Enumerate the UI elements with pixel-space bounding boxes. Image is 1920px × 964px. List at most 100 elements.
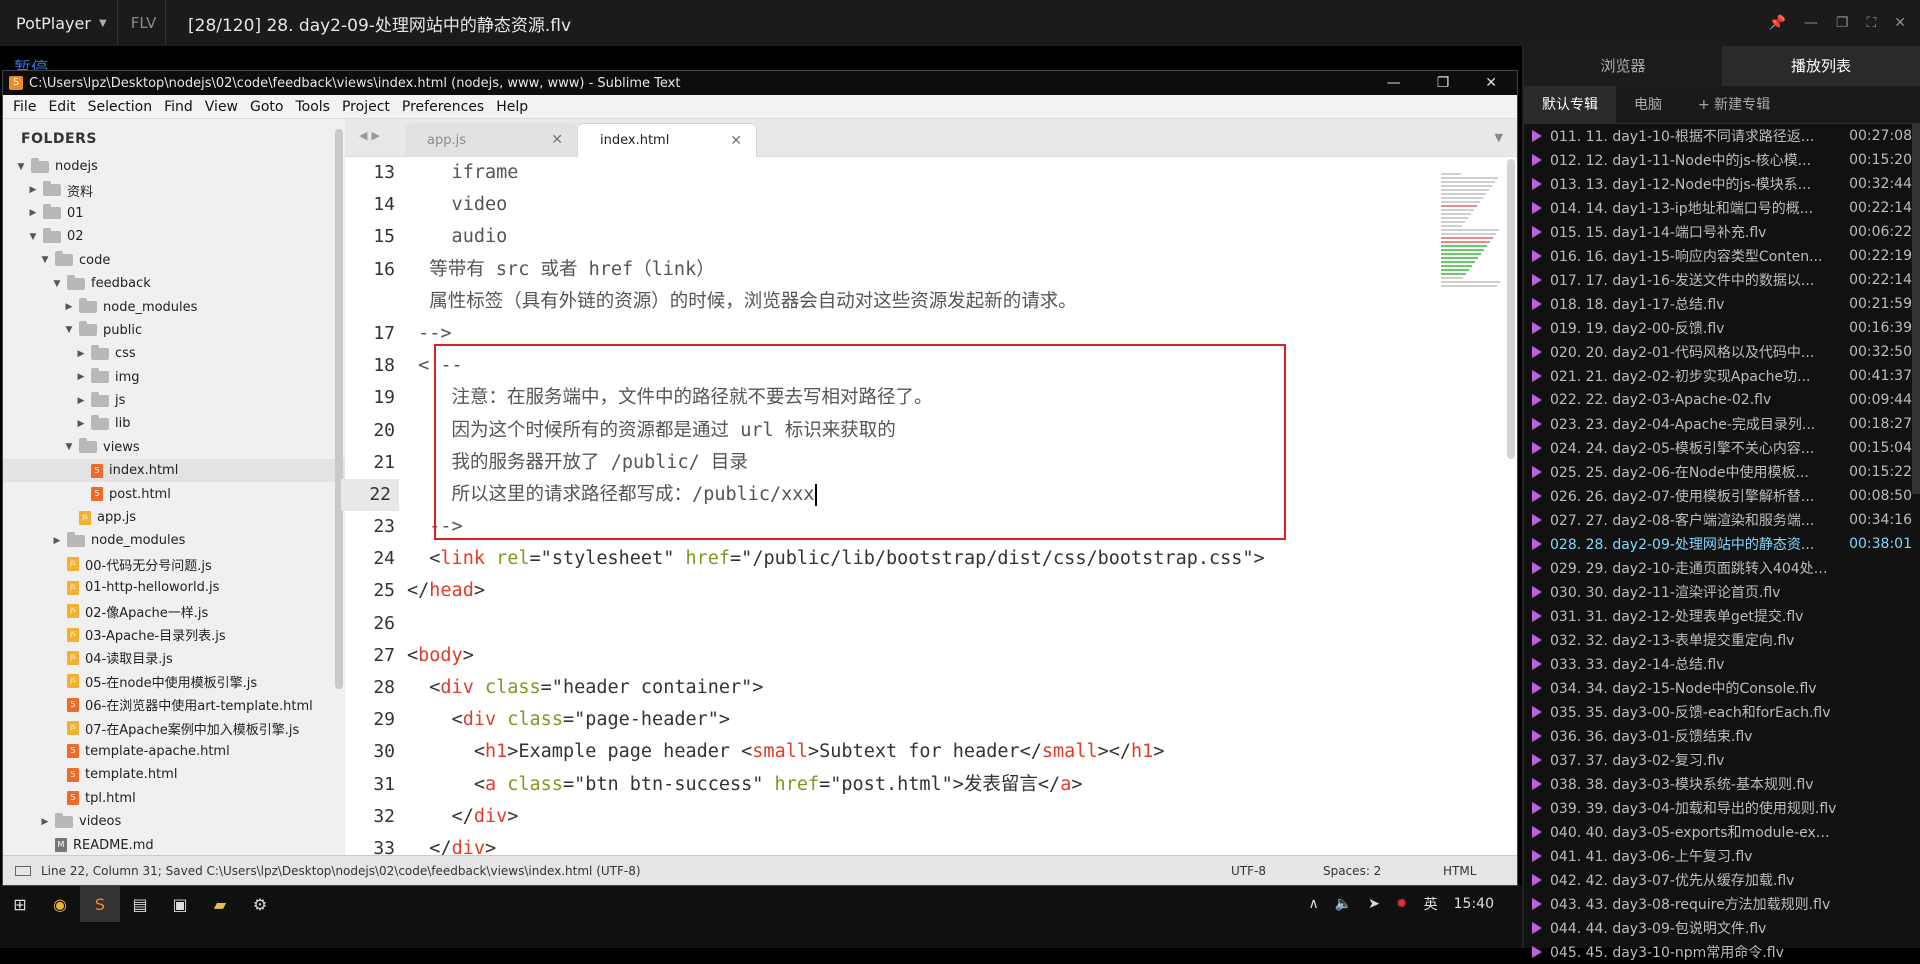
playlist-item[interactable]: 022. 22. day2-03-Apache-02.flv00:09:44 — [1524, 388, 1920, 412]
tab-browser[interactable]: 浏览器 — [1524, 46, 1722, 86]
notes-icon[interactable]: ▤ — [120, 886, 160, 922]
editor-scrollbar[interactable] — [1507, 159, 1515, 459]
tree-file[interactable]: 506-在浏览器中使用art-template.html — [3, 693, 345, 716]
tree-folder[interactable]: ▶lib — [3, 412, 345, 435]
chevron-down-icon[interactable]: ▼ — [39, 255, 51, 265]
tree-file[interactable]: JS05-在node中使用模板引擎.js — [3, 670, 345, 693]
tree-folder[interactable]: ▶node_modules — [3, 529, 345, 552]
status-syntax[interactable]: HTML — [1443, 864, 1476, 878]
playlist-item[interactable]: 045. 45. day3-10-npm常用命令.flv — [1524, 940, 1920, 964]
tree-file[interactable]: 5post.html — [3, 482, 345, 505]
playlist-scrollbar[interactable] — [1912, 124, 1920, 494]
playlist-item[interactable]: 043. 43. day3-08-require方法加载规则.flv — [1524, 892, 1920, 916]
playlist-item[interactable]: 012. 12. day1-11-Node中的js-核心模...00:15:20 — [1524, 148, 1920, 172]
playlist-item[interactable]: 036. 36. day3-01-反馈结束.flv — [1524, 724, 1920, 748]
tree-file[interactable]: 5tpl.html — [3, 787, 345, 810]
menu-file[interactable]: File — [13, 99, 36, 115]
chevron-right-icon[interactable]: ▶ — [75, 396, 87, 406]
tree-file[interactable]: JS00-代码无分号问题.js — [3, 553, 345, 576]
tab-computer[interactable]: 电脑 — [1616, 86, 1680, 124]
chevron-right-icon[interactable]: ▶ — [27, 185, 39, 195]
menu-selection[interactable]: Selection — [88, 99, 153, 115]
tree-file[interactable]: 5template.html — [3, 763, 345, 786]
playlist-item[interactable]: 016. 16. day1-15-响应内容类型Conten...00:22:19 — [1524, 244, 1920, 268]
chevron-right-icon[interactable]: ▶ — [39, 817, 51, 827]
playlist-item[interactable]: 014. 14. day1-13-ip地址和端口号的概...00:22:14 — [1524, 196, 1920, 220]
playlist-item[interactable]: 035. 35. day3-00-反馈-each和forEach.flv — [1524, 700, 1920, 724]
playlist-item[interactable]: 024. 24. day2-05-模板引擎不关心内容...00:15:04 — [1524, 436, 1920, 460]
playlist-item[interactable]: 017. 17. day1-16-发送文件中的数据以...00:22:14 — [1524, 268, 1920, 292]
chevron-right-icon[interactable]: ▶ — [51, 536, 63, 546]
playlist-item[interactable]: 020. 20. day2-01-代码风格以及代码中...00:32:50 — [1524, 340, 1920, 364]
gear-icon[interactable]: ✹ — [1396, 896, 1408, 912]
chevron-right-icon[interactable]: ▶ — [75, 372, 87, 382]
tree-file[interactable]: 5index.html — [3, 459, 345, 482]
tree-folder[interactable]: ▼feedback — [3, 272, 345, 295]
panel-toggle-icon[interactable] — [15, 866, 31, 876]
tree-folder[interactable]: ▼nodejs — [3, 155, 345, 178]
playlist-item[interactable]: 031. 31. day2-12-处理表单get提交.flv — [1524, 604, 1920, 628]
new-album-button[interactable]: + 新建专辑 — [1680, 86, 1788, 124]
tree-file[interactable]: JS04-读取目录.js — [3, 646, 345, 669]
playlist-item[interactable]: 038. 38. day3-03-模块系统-基本规则.flv — [1524, 772, 1920, 796]
tree-folder[interactable]: ▼public — [3, 319, 345, 342]
chevron-down-icon[interactable]: ▼ — [27, 232, 39, 242]
playlist-item[interactable]: 040. 40. day3-05-exports和module-exports的… — [1524, 820, 1920, 844]
playlist-item[interactable]: 044. 44. day3-09-包说明文件.flv — [1524, 916, 1920, 940]
chevron-down-icon[interactable]: ▼ — [15, 162, 27, 172]
playlist-item[interactable]: 030. 30. day2-11-渲染评论首页.flv — [1524, 580, 1920, 604]
chevron-down-icon[interactable]: ▼ — [51, 279, 63, 289]
menu-project[interactable]: Project — [342, 99, 390, 115]
minimap[interactable] — [1441, 173, 1503, 299]
ime-indicator[interactable]: 英 — [1424, 894, 1438, 914]
playlist-item[interactable]: 026. 26. day2-07-使用模板引擎解析替...00:08:50 — [1524, 484, 1920, 508]
tab-dropdown-icon[interactable]: ▼ — [1495, 131, 1503, 144]
tree-file[interactable]: JS02-像Apache一样.js — [3, 599, 345, 622]
playlist-item[interactable]: 013. 13. day1-12-Node中的js-模块系...00:32:44 — [1524, 172, 1920, 196]
windows-start-icon[interactable]: ⊞ — [0, 886, 40, 922]
tree-folder[interactable]: ▶img — [3, 366, 345, 389]
menu-help[interactable]: Help — [496, 99, 528, 115]
volume-icon[interactable]: 🔈 — [1335, 896, 1352, 912]
chevron-right-icon[interactable]: ▶ — [27, 208, 39, 218]
close-icon[interactable]: ✕ — [730, 133, 742, 149]
playlist-item[interactable]: 033. 33. day2-14-总结.flv — [1524, 652, 1920, 676]
tree-file[interactable]: JS01-http-helloworld.js — [3, 576, 345, 599]
tree-folder[interactable]: ▶01 — [3, 202, 345, 225]
close-icon[interactable]: ✕ — [1485, 75, 1497, 91]
tree-folder[interactable]: ▼code — [3, 249, 345, 272]
close-icon[interactable]: ✕ — [551, 132, 563, 148]
potplayer-menu-button[interactable]: PotPlayer ▼ — [0, 0, 118, 46]
code-area[interactable]: 13 iframe14 video15 audio16 等带有 src 或者 h… — [407, 157, 1407, 857]
playlist-item[interactable]: 032. 32. day2-13-表单提交重定向.flv — [1524, 628, 1920, 652]
playlist-item[interactable]: 027. 27. day2-08-客户端渲染和服务端...00:34:16 — [1524, 508, 1920, 532]
playlist-item[interactable]: 037. 37. day3-02-复习.flv — [1524, 748, 1920, 772]
tree-folder[interactable]: ▶node_modules — [3, 295, 345, 318]
tree-folder[interactable]: ▶资料 — [3, 178, 345, 201]
tab-nav-arrows-icon[interactable]: ◀▶ — [359, 129, 384, 142]
chevron-down-icon[interactable]: ▼ — [63, 442, 75, 452]
terminal-icon[interactable]: ▣ — [160, 886, 200, 922]
maximize-icon[interactable]: ❐ — [1437, 75, 1450, 91]
chevron-right-icon[interactable]: ▶ — [75, 419, 87, 429]
playlist-item[interactable]: 042. 42. day3-07-优先从缓存加载.flv — [1524, 868, 1920, 892]
playlist-item[interactable]: 041. 41. day3-06-上午复习.flv — [1524, 844, 1920, 868]
tree-file[interactable]: MREADME.md — [3, 833, 345, 856]
tab-app-js[interactable]: app.js ✕ — [405, 123, 577, 157]
clock[interactable]: 15:40 — [1454, 896, 1494, 912]
restore-icon[interactable]: ❐ — [1836, 15, 1849, 31]
menu-tools[interactable]: Tools — [295, 99, 330, 115]
tab-default-album[interactable]: 默认专辑 — [1524, 86, 1616, 124]
pin-icon[interactable]: 📌 — [1768, 15, 1785, 31]
tree-file[interactable]: JSapp.js — [3, 506, 345, 529]
chevron-up-icon[interactable]: ∧ — [1308, 896, 1318, 912]
status-encoding[interactable]: UTF-8 — [1231, 864, 1266, 878]
chevron-down-icon[interactable]: ▼ — [63, 325, 75, 335]
sidebar-scrollbar[interactable] — [335, 129, 343, 689]
tree-folder[interactable]: ▶css — [3, 342, 345, 365]
sublime-taskbar-icon[interactable]: S — [80, 886, 120, 922]
chrome-icon[interactable]: ◉ — [40, 886, 80, 922]
app-icon[interactable]: ⚙ — [240, 886, 280, 922]
menu-view[interactable]: View — [205, 99, 238, 115]
playlist-item[interactable]: 028. 28. day2-09-处理网站中的静态资...00:38:01 — [1524, 532, 1920, 556]
